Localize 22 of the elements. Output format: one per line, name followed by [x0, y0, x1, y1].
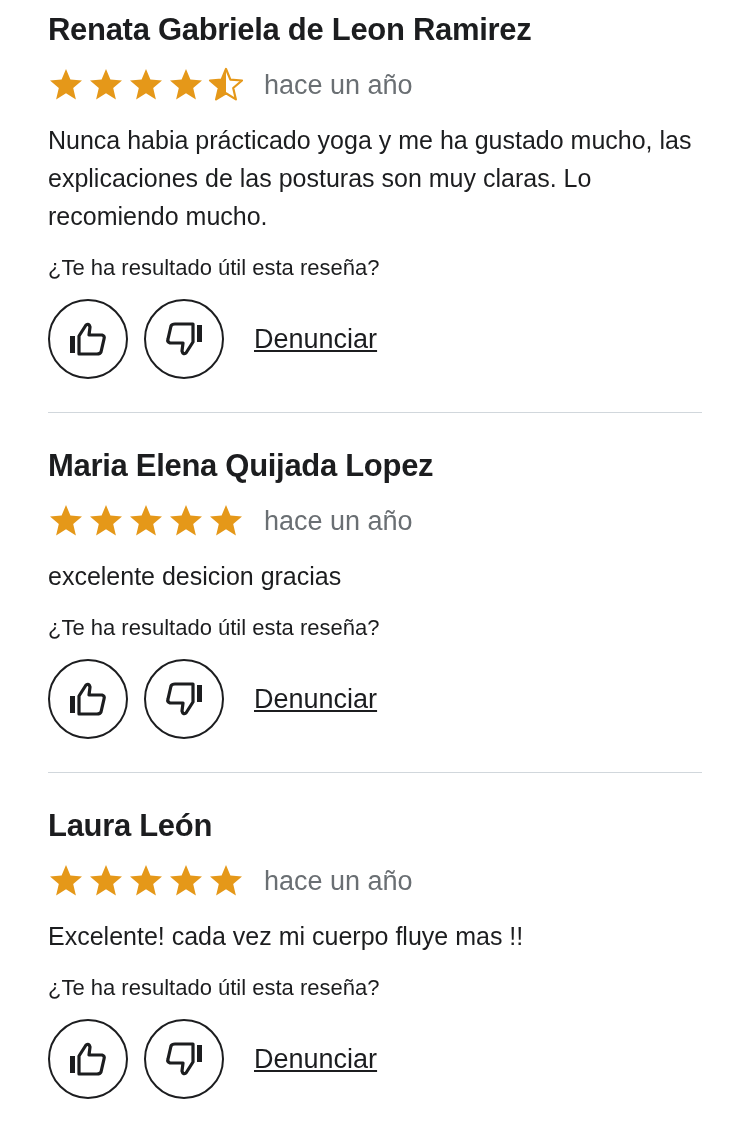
- report-link[interactable]: Denunciar: [254, 678, 378, 720]
- reviewer-name: Laura León: [48, 807, 214, 845]
- review-text: excelente desicion gracias: [48, 561, 343, 592]
- thumbs-up-icon: [68, 321, 108, 357]
- review-text: Excelente! cada vez mi cuerpo fluye mas !!: [48, 921, 525, 952]
- review-date: hace un año: [264, 864, 413, 898]
- helpful-question: ¿Te ha resultado útil esta reseña?: [48, 614, 381, 642]
- half-star-icon: [208, 67, 244, 103]
- review-date: hace un año: [264, 68, 413, 102]
- helpful-question: ¿Te ha resultado útil esta reseña?: [48, 974, 381, 1002]
- thumbs-down-icon: [164, 681, 204, 717]
- review-date: hace un año: [264, 504, 413, 538]
- helpful-question: ¿Te ha resultado útil esta reseña?: [48, 254, 381, 282]
- reviewer-name: Renata Gabriela de Leon Ramirez: [48, 11, 533, 49]
- thumbs-down-icon: [164, 321, 204, 357]
- review-text: Nunca habia prácticado yoga y me ha gustado mucho, las explicaciones de las posturas son muy claras. Lo recomiendo mucho.: [48, 125, 693, 232]
- reviewer-name: Maria Elena Quijada Lopez: [48, 447, 435, 485]
- report-link[interactable]: Denunciar: [254, 1038, 378, 1080]
- thumbs-down-icon: [164, 1041, 204, 1077]
- thumbs-up-icon: [68, 1041, 108, 1077]
- report-link[interactable]: Denunciar: [254, 318, 378, 360]
- thumbs-up-icon: [68, 681, 108, 717]
